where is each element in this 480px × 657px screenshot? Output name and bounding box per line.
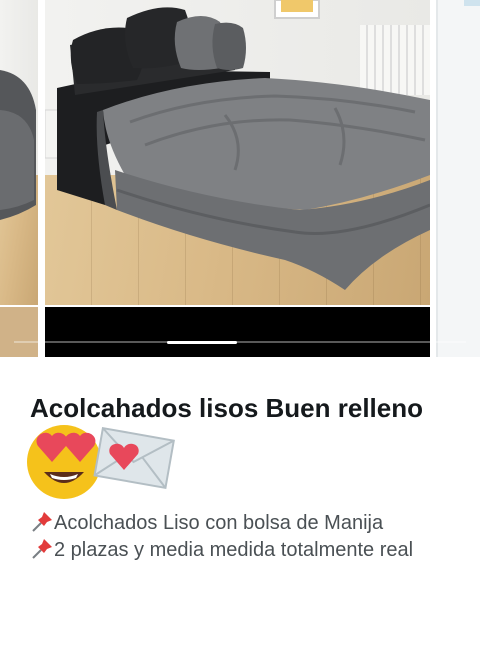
product-details: Acolcahados lisos Buen relleno Acolchado… [27, 390, 460, 564]
bed-photo-gray-comforter [45, 0, 430, 290]
bed-photo-next [436, 0, 480, 357]
carousel-slide-current[interactable] [45, 0, 430, 357]
carousel-slide-previous[interactable] [0, 0, 38, 357]
bottom-fade [0, 643, 480, 657]
description-line: Acolchados Liso con bolsa de Manija [30, 510, 460, 537]
carousel-progress-track [14, 341, 466, 343]
carousel-progress-indicator[interactable] [167, 341, 237, 344]
description-line: 2 plazas y media medida totalmente real [30, 537, 460, 564]
pushpin-icon [32, 512, 52, 532]
love-letter-emoji-icon [93, 426, 175, 490]
image-carousel[interactable] [0, 0, 480, 357]
emoji-row [27, 425, 460, 510]
pushpin-icon [32, 539, 52, 559]
image-caption-band [45, 307, 430, 357]
carousel-slide-next[interactable] [436, 0, 480, 357]
bed-photo-previous [0, 70, 38, 357]
